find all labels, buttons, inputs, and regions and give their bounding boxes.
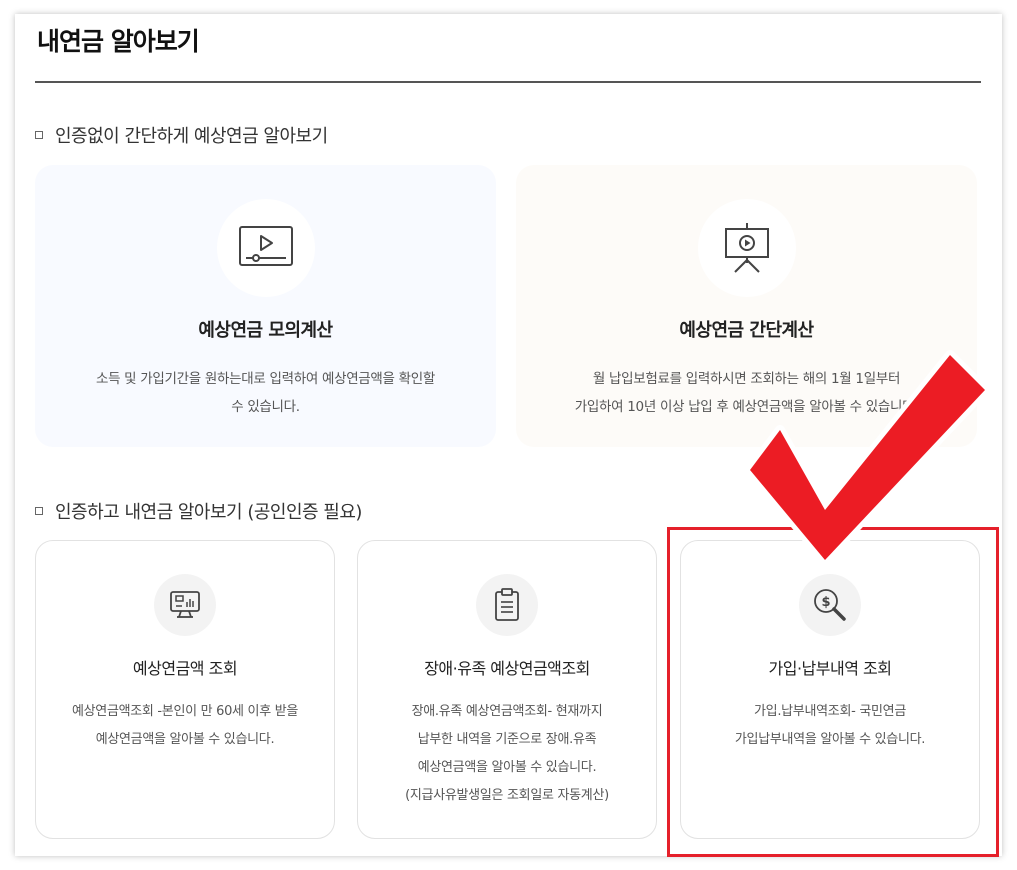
card-description: 예상연금액조회 -본인이 만 60세 이후 받을 예상연금액을 알아볼 수 있습…: [50, 698, 320, 754]
desc-line: 예상연금액을 알아볼 수 있습니다.: [417, 760, 597, 775]
icon-circle: [216, 199, 315, 297]
section-title-text: 인증없이 간단하게 예상연금 알아보기: [55, 126, 328, 147]
icon-circle: [154, 574, 216, 636]
title-divider: [35, 81, 981, 83]
monitor-chart-icon: [170, 591, 200, 618]
section-title-text: 인증하고 내연금 알아보기 (공인인증 필요): [55, 502, 362, 523]
section-title-no-auth: 인증없이 간단하게 예상연금 알아보기: [35, 122, 328, 148]
desc-line: (지급사유발생일은 조회일로 자동계산): [405, 788, 609, 803]
desc-line: 예상연금액을 알아볼 수 있습니다.: [95, 732, 275, 747]
desc-line: 납부한 내역을 기준으로 장애.유족: [417, 732, 597, 747]
bullet-icon: [35, 131, 43, 139]
card-title: 장애·유족 예상연금액조회: [424, 659, 590, 678]
bullet-icon: [35, 507, 43, 515]
presentation-board-icon: [724, 223, 769, 273]
checkmark-icon: [745, 350, 990, 565]
icon-circle: [697, 199, 796, 297]
desc-line: 소득 및 가입기간을 원하는대로 입력하여 예상연금액을 확인할: [95, 371, 436, 387]
card-mock-pension-calc[interactable]: 예상연금 모의계산 소득 및 가입기간을 원하는대로 입력하여 예상연금액을 확…: [35, 165, 496, 447]
section-title-auth: 인증하고 내연금 알아보기 (공인인증 필요): [35, 498, 362, 524]
icon-circle: [476, 574, 538, 636]
clipboard-icon: [495, 588, 519, 621]
card-expected-pension-inquiry[interactable]: 예상연금액 조회 예상연금액조회 -본인이 만 60세 이후 받을 예상연금액을…: [35, 540, 335, 839]
page-title: 내연금 알아보기: [37, 27, 200, 56]
card-title: 예상연금 모의계산: [198, 320, 333, 341]
desc-line: 예상연금액조회 -본인이 만 60세 이후 받을: [71, 704, 299, 719]
card-title: 예상연금액 조회: [132, 659, 238, 678]
desc-line: 수 있습니다.: [231, 399, 300, 415]
card-disability-survivor-inquiry[interactable]: 장애·유족 예상연금액조회 장애.유족 예상연금액조회- 현재까지 납부한 내역…: [357, 540, 657, 839]
card-description: 소득 및 가입기간을 원하는대로 입력하여 예상연금액을 확인할 수 있습니다.: [65, 365, 466, 421]
card-description: 장애.유족 예상연금액조회- 현재까지 납부한 내역을 기준으로 장애.유족 예…: [372, 698, 642, 810]
desc-line: 장애.유족 예상연금액조회- 현재까지: [411, 704, 603, 719]
highlight-box: [667, 527, 999, 857]
video-play-icon: [238, 226, 293, 266]
